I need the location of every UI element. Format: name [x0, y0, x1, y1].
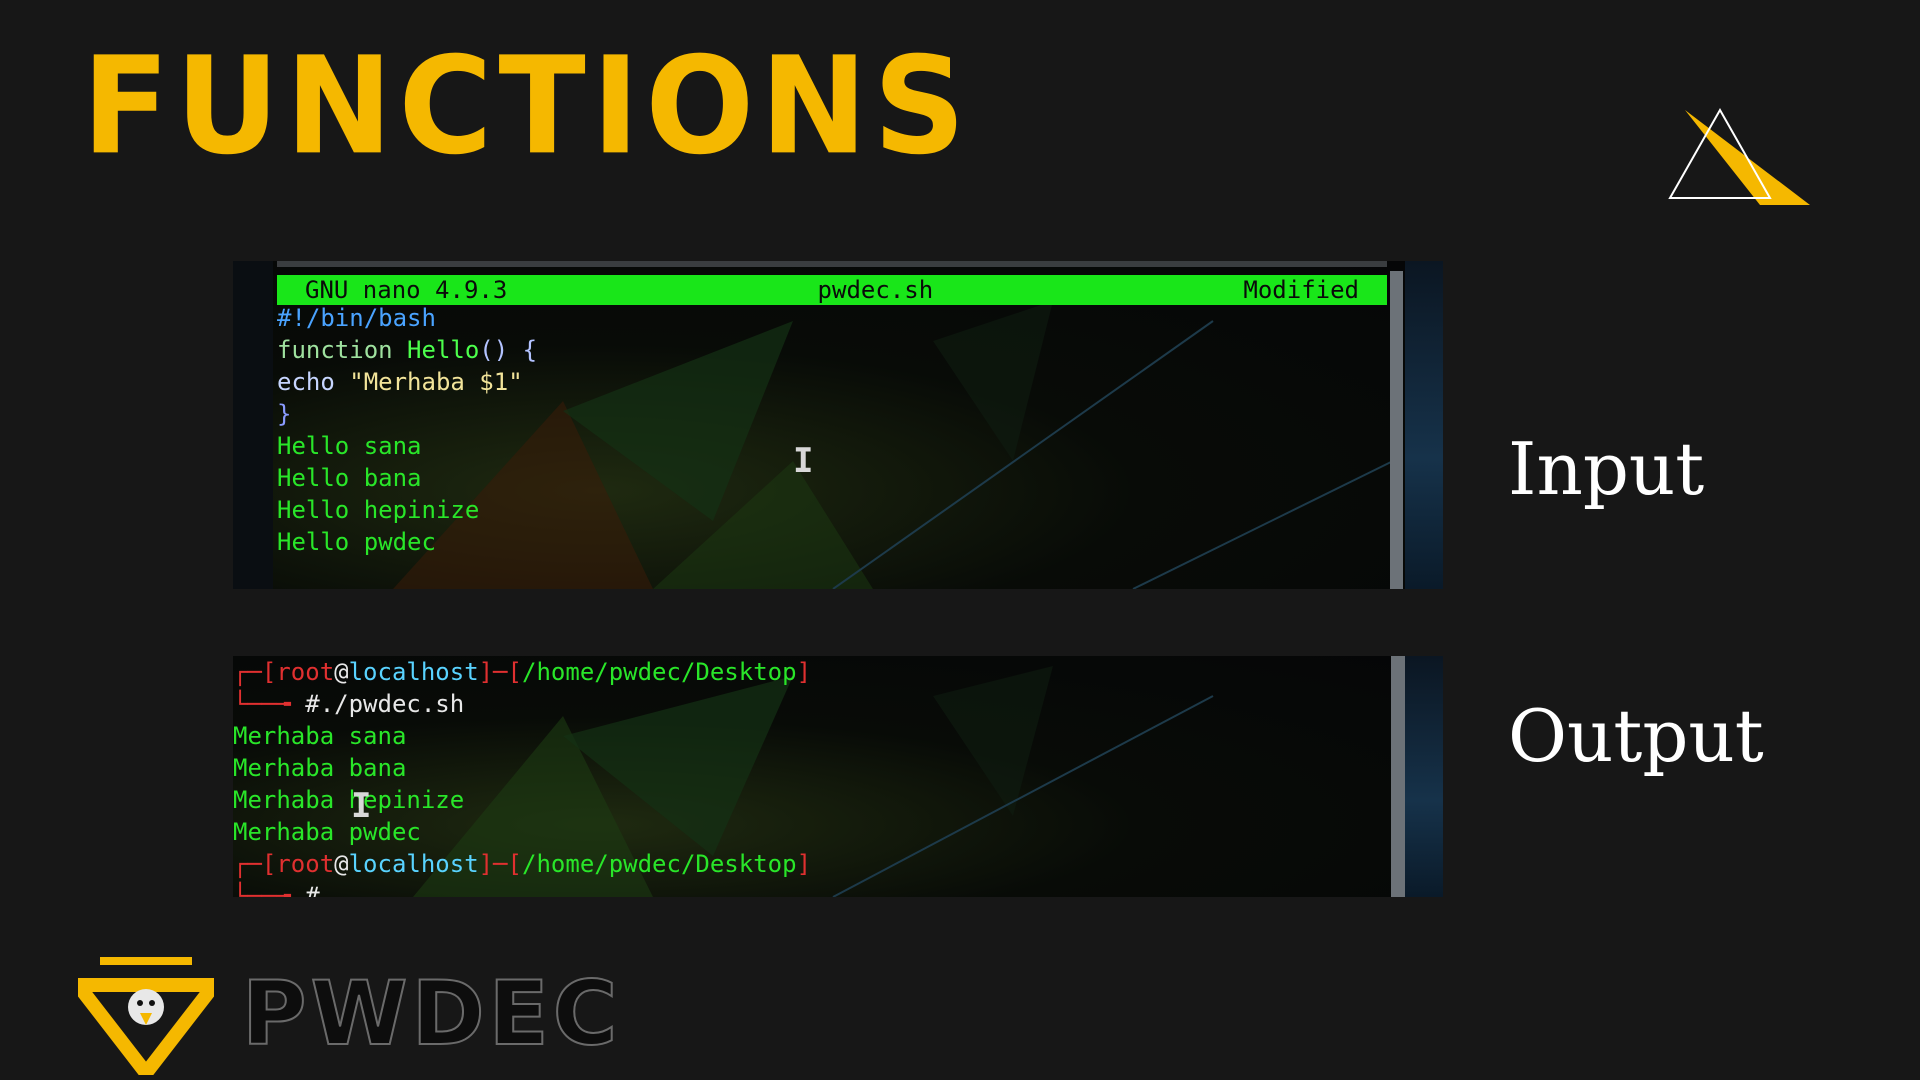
prompt-path: /home/pwdec/Desktop — [522, 850, 797, 878]
terminal-command: #./pwdec.sh — [305, 690, 465, 718]
code-function-name: Hello — [407, 336, 480, 364]
code-line-call: Hello pwdec — [277, 528, 436, 556]
code-line-call: Hello hepinize — [277, 496, 480, 524]
terminal-prompt-line: ┌─[root@localhost]─[/home/pwdec/Desktop] — [233, 850, 812, 878]
terminal-command-line: └──╼ #./pwdec.sh — [233, 690, 465, 718]
input-label: Input — [1508, 427, 1705, 511]
nano-status: Modified — [1243, 275, 1359, 304]
prompt-at: @ — [334, 658, 349, 686]
code-echo-cmd: echo — [277, 368, 350, 396]
slide-title: FUNCTIONS — [82, 28, 972, 185]
window-left-edge — [233, 261, 273, 589]
prompt-at: @ — [334, 850, 349, 878]
code-line-call: Hello bana — [277, 464, 422, 492]
terminal-output-line: Merhaba bana — [233, 754, 407, 782]
terminal-body[interactable]: ┌─[root@localhost]─[/home/pwdec/Desktop]… — [233, 656, 811, 897]
prompt-user: root — [276, 850, 335, 878]
scrollbar[interactable] — [1390, 271, 1403, 589]
window-right-edge — [1405, 261, 1443, 589]
nano-top-border — [277, 261, 1387, 267]
code-line-shebang: #!/bin/bash — [277, 304, 436, 332]
prompt-path: /home/pwdec/Desktop — [522, 658, 797, 686]
code-keyword: function — [277, 336, 408, 364]
terminal-output-line: Merhaba hepinize — [233, 786, 465, 814]
window-right-edge — [1405, 656, 1443, 897]
code-line-close-brace: } — [277, 400, 292, 428]
code-line-function: function Hello() { — [277, 334, 537, 366]
terminal-input-line[interactable]: └──╼ # — [233, 880, 811, 897]
input-screenshot: GNU nano 4.9.3 pwdec.sh Modified #!/bin/… — [233, 261, 1443, 589]
scrollbar[interactable] — [1391, 656, 1405, 897]
nano-editor-body[interactable]: #!/bin/bash function Hello() { echo "Mer… — [277, 302, 537, 558]
prompt-host: localhost — [348, 658, 479, 686]
output-label: Output — [1508, 694, 1764, 778]
code-line-call: Hello sana — [277, 432, 422, 460]
code-parens: () { — [479, 336, 538, 364]
text-cursor-icon: I — [351, 786, 372, 826]
prompt-user: root — [276, 658, 335, 686]
terminal-output-line: Merhaba sana — [233, 722, 407, 750]
terminal-prompt-char: # — [305, 882, 320, 897]
code-line-echo: echo "Merhaba $1" — [277, 366, 537, 398]
text-cursor-icon: I — [793, 441, 814, 481]
nano-title-bar: GNU nano 4.9.3 pwdec.sh Modified — [277, 275, 1387, 305]
prompt-host: localhost — [348, 850, 479, 878]
code-echo-string: "Merhaba $1" — [349, 368, 523, 396]
nano-app-version: GNU nano 4.9.3 — [305, 275, 508, 304]
terminal-output-line: Merhaba pwdec — [233, 818, 421, 846]
nano-filename: pwdec.sh — [817, 275, 934, 304]
brand-wordmark: PWDEC — [241, 962, 622, 1065]
output-screenshot: ┌─[root@localhost]─[/home/pwdec/Desktop]… — [233, 656, 1443, 897]
terminal-prompt-line: ┌─[root@localhost]─[/home/pwdec/Desktop] — [233, 658, 812, 686]
triangles-decoration — [1668, 107, 1810, 205]
eagle-logo-icon — [78, 957, 214, 1075]
